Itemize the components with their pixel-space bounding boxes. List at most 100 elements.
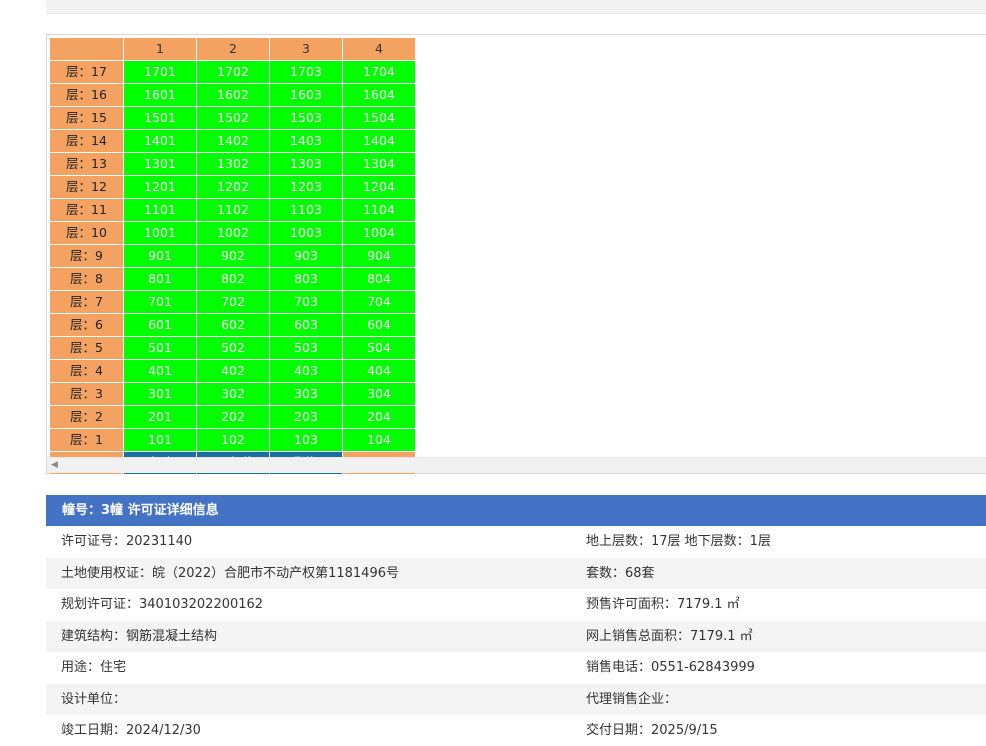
permit-info-right-field: 销售电话：0551-62843999: [586, 660, 755, 675]
unit-cell[interactable]: 1604: [342, 83, 416, 107]
unit-cell[interactable]: 1502: [196, 106, 270, 130]
floor-row: 层：8 801 802 803 804: [49, 267, 416, 291]
permit-info-right-field: 代理销售企业：: [586, 691, 678, 707]
permit-info-left-field: 规划许可证：340103202200162: [61, 597, 264, 612]
unit-cell[interactable]: 503: [269, 336, 343, 360]
floor-label: 层：3: [49, 382, 124, 406]
floor-row: 层：14 1401 1402 1403 1404: [49, 129, 416, 153]
unit-cell[interactable]: 1703: [269, 60, 343, 84]
unit-cell[interactable]: 302: [196, 382, 270, 406]
unit-cell[interactable]: 204: [342, 405, 416, 429]
unit-cell[interactable]: 404: [342, 359, 416, 383]
unit-cell[interactable]: 702: [196, 290, 270, 314]
unit-cell[interactable]: 1301: [123, 152, 197, 176]
unit-cell[interactable]: 1702: [196, 60, 270, 84]
floor-row: 层：16 1601 1602 1603 1604: [49, 83, 416, 107]
floor-label: 层：9: [49, 244, 124, 268]
unit-cell[interactable]: 1503: [269, 106, 343, 130]
unit-cell[interactable]: 1104: [342, 198, 416, 222]
unit-cell[interactable]: 1304: [342, 152, 416, 176]
unit-cell[interactable]: 1101: [123, 198, 197, 222]
unit-cell[interactable]: 203: [269, 405, 343, 429]
grid-corner-cell: [49, 37, 124, 61]
unit-cell[interactable]: 101: [123, 428, 197, 452]
unit-cell[interactable]: 1603: [269, 83, 343, 107]
floor-row: 层：15 1501 1502 1503 1504: [49, 106, 416, 130]
unit-cell[interactable]: 103: [269, 428, 343, 452]
unit-cell[interactable]: 201: [123, 405, 197, 429]
unit-cell[interactable]: 804: [342, 267, 416, 291]
floor-row: 层：12 1201 1202 1203 1204: [49, 175, 416, 199]
permit-info-row: 土地使用权证：皖（2022）合肥市不动产权第1181496号 套数：68套: [46, 557, 986, 589]
floor-row: 层：7 701 702 703 704: [49, 290, 416, 314]
unit-cell[interactable]: 1203: [269, 175, 343, 199]
unit-cell[interactable]: 1303: [269, 152, 343, 176]
unit-cell[interactable]: 104: [342, 428, 416, 452]
unit-cell[interactable]: 402: [196, 359, 270, 383]
unit-cell[interactable]: 403: [269, 359, 343, 383]
unit-cell[interactable]: 904: [342, 244, 416, 268]
unit-cell[interactable]: 1204: [342, 175, 416, 199]
unit-cell[interactable]: 803: [269, 267, 343, 291]
unit-cell[interactable]: 902: [196, 244, 270, 268]
unit-cell[interactable]: 1704: [342, 60, 416, 84]
floor-label: 层：4: [49, 359, 124, 383]
horizontal-scrollbar[interactable]: ◀: [47, 457, 986, 473]
unit-cell[interactable]: 1201: [123, 175, 197, 199]
scroll-left-arrow-icon[interactable]: ◀: [51, 460, 58, 471]
unit-cell[interactable]: 703: [269, 290, 343, 314]
unit-cell[interactable]: 903: [269, 244, 343, 268]
unit-cell[interactable]: 301: [123, 382, 197, 406]
unit-cell[interactable]: 504: [342, 336, 416, 360]
floor-label: 层：5: [49, 336, 124, 360]
grid-column-header: 1: [123, 37, 197, 61]
unit-cell[interactable]: 604: [342, 313, 416, 337]
unit-cell[interactable]: 1103: [269, 198, 343, 222]
unit-cell[interactable]: 1403: [269, 129, 343, 153]
unit-grid-table: 1 2 3 4 层：17 1701 1702 1703 1704 层：16 1601 1602 1603…: [49, 37, 416, 475]
unit-cell[interactable]: 1501: [123, 106, 197, 130]
unit-cell[interactable]: 1202: [196, 175, 270, 199]
unit-cell[interactable]: 802: [196, 267, 270, 291]
unit-cell[interactable]: 1004: [342, 221, 416, 245]
floor-label: 层：6: [49, 313, 124, 337]
unit-cell[interactable]: 1102: [196, 198, 270, 222]
unit-cell[interactable]: 601: [123, 313, 197, 337]
unit-cell[interactable]: 1701: [123, 60, 197, 84]
floor-label: 层：15: [49, 106, 124, 130]
unit-cell[interactable]: 1302: [196, 152, 270, 176]
unit-cell[interactable]: 602: [196, 313, 270, 337]
unit-cell[interactable]: 401: [123, 359, 197, 383]
unit-cell[interactable]: 1003: [269, 221, 343, 245]
permit-info-row: 许可证号：20231140 地上层数：17层 地下层数：1层: [46, 526, 986, 557]
unit-cell[interactable]: 1602: [196, 83, 270, 107]
unit-cell[interactable]: 1601: [123, 83, 197, 107]
unit-cell[interactable]: 303: [269, 382, 343, 406]
unit-cell[interactable]: 801: [123, 267, 197, 291]
permit-info-right-field: 地上层数：17层 地下层数：1层: [586, 534, 771, 549]
unit-cell[interactable]: 1002: [196, 221, 270, 245]
unit-cell[interactable]: 1402: [196, 129, 270, 153]
permit-info-row: 用途：住宅 销售电话：0551-62843999: [46, 652, 986, 683]
permit-info-header: 幢号：3幢 许可证详细信息: [46, 495, 986, 526]
unit-cell[interactable]: 501: [123, 336, 197, 360]
unit-cell[interactable]: 102: [196, 428, 270, 452]
unit-cell[interactable]: 901: [123, 244, 197, 268]
unit-cell[interactable]: 304: [342, 382, 416, 406]
unit-cell[interactable]: 704: [342, 290, 416, 314]
permit-info-row: 竣工日期：2024/12/30 交付日期：2025/9/15: [46, 715, 986, 746]
unit-cell[interactable]: 1404: [342, 129, 416, 153]
floor-row: 层：3 301 302 303 304: [49, 382, 416, 406]
unit-cell[interactable]: 202: [196, 405, 270, 429]
unit-cell[interactable]: 502: [196, 336, 270, 360]
unit-cell[interactable]: 1001: [123, 221, 197, 245]
permit-info-left-field: 土地使用权证：皖（2022）合肥市不动产权第1181496号: [61, 565, 399, 581]
floor-label: 层：14: [49, 129, 124, 153]
unit-cell[interactable]: 1504: [342, 106, 416, 130]
floor-label: 层：13: [49, 152, 124, 176]
permit-info-row: 建筑结构：钢筋混凝土结构 网上销售总面积：7179.1 ㎡: [46, 620, 986, 652]
grid-column-header: 4: [342, 37, 416, 61]
unit-cell[interactable]: 701: [123, 290, 197, 314]
unit-cell[interactable]: 603: [269, 313, 343, 337]
unit-cell[interactable]: 1401: [123, 129, 197, 153]
